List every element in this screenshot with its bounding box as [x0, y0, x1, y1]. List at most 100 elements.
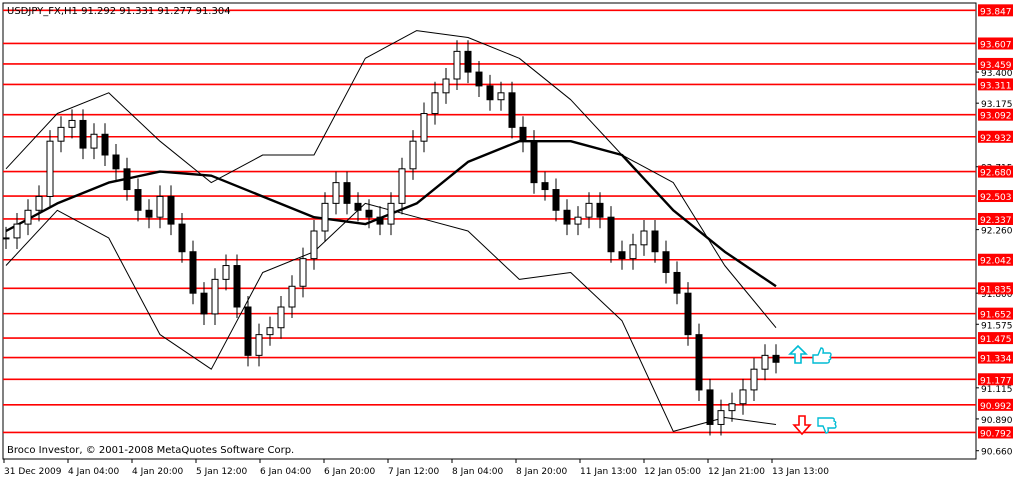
- x-tick-label: 6 Jan 20:00: [324, 467, 376, 477]
- price-tag-label: 91.334: [980, 355, 1012, 365]
- candle-body: [266, 327, 274, 336]
- candle-body: [35, 195, 43, 211]
- candle-body: [640, 230, 648, 246]
- candle-body: [299, 258, 307, 287]
- candle-body: [673, 271, 681, 294]
- x-tick-label: 8 Jan 20:00: [516, 467, 568, 477]
- candle-body: [497, 92, 505, 101]
- candle-body: [255, 334, 263, 356]
- candle-body: [123, 168, 131, 191]
- candle-body: [486, 85, 494, 101]
- candle-body: [618, 251, 626, 260]
- y-tick-label: 92.260: [981, 227, 1013, 237]
- candle-body: [277, 306, 285, 329]
- candle-body: [750, 368, 758, 391]
- candle-body: [167, 195, 175, 225]
- candle-body: [398, 168, 406, 204]
- price-tag-label: 93.311: [980, 81, 1012, 91]
- candle-body: [189, 251, 197, 294]
- candle-body: [2, 237, 10, 240]
- candle-body: [629, 244, 637, 260]
- price-tag-label: 93.847: [980, 7, 1012, 17]
- candle-body: [651, 230, 659, 253]
- candle-body: [684, 292, 692, 336]
- candle-body: [574, 216, 582, 225]
- candle-body: [145, 209, 153, 218]
- candle-body: [101, 133, 109, 156]
- candle-body: [662, 251, 670, 273]
- price-tag-label: 92.932: [980, 134, 1012, 144]
- price-tag-label: 92.042: [980, 257, 1012, 267]
- candle-body: [387, 202, 395, 225]
- price-tag-label: 91.177: [980, 376, 1012, 386]
- candle-body: [695, 334, 703, 391]
- candle-body: [530, 140, 538, 184]
- price-tag-label: 91.652: [980, 311, 1012, 321]
- candle-body: [222, 265, 230, 280]
- candle-body: [508, 92, 516, 128]
- candle-body: [343, 182, 351, 204]
- candle-body: [156, 195, 164, 218]
- candle-body: [321, 202, 329, 232]
- candle-body: [453, 50, 461, 80]
- candle-body: [57, 126, 65, 142]
- x-tick-label: 5 Jan 12:00: [196, 467, 248, 477]
- x-tick-label: 12 Jan 21:00: [708, 467, 765, 477]
- candle-body: [519, 126, 527, 142]
- y-tick-label: 90.890: [981, 416, 1013, 426]
- candle-body: [24, 209, 32, 225]
- price-tag-label: 93.459: [980, 61, 1012, 71]
- x-tick-label: 13 Jan 13:00: [772, 467, 829, 477]
- candle-body: [332, 182, 340, 204]
- candle-body: [178, 223, 186, 253]
- price-tag-label: 93.607: [980, 40, 1012, 50]
- price-tag-label: 93.092: [980, 112, 1012, 122]
- copyright-text: Broco Investor, © 2001-2008 MetaQuotes S…: [7, 445, 294, 456]
- y-tick-label: 91.115: [981, 385, 1013, 395]
- candle-body: [596, 202, 604, 218]
- price-tag-label: 91.835: [980, 285, 1012, 295]
- price-tags: 93.847 93.607 93.459 93.311 93.092 92.932 92.6…: [978, 4, 1013, 439]
- price-tag-label: 90.992: [980, 402, 1012, 412]
- candle-body: [442, 78, 450, 94]
- candle-body: [79, 119, 87, 149]
- candle-body: [706, 389, 714, 425]
- candle-body: [13, 223, 21, 239]
- chart-background: [0, 0, 1014, 479]
- x-tick-label: 7 Jan 12:00: [388, 467, 440, 477]
- candle-body: [717, 410, 725, 425]
- candle-body: [585, 202, 593, 218]
- candle-body: [68, 119, 76, 128]
- candle-body: [288, 285, 296, 308]
- chart-svg: 93.40093.17592.71592.26091.80091.57591.1…: [0, 0, 1014, 479]
- candle-body: [90, 133, 98, 149]
- candle-body: [365, 209, 373, 218]
- candle-body: [772, 354, 780, 363]
- candle-body: [728, 403, 736, 412]
- chart: 93.40093.17592.71592.26091.80091.57591.1…: [0, 0, 1014, 479]
- y-tick-label: 91.575: [981, 321, 1013, 331]
- price-tag-label: 92.680: [980, 169, 1012, 179]
- x-tick-label: 4 Jan 20:00: [132, 467, 184, 477]
- candle-body: [233, 265, 241, 308]
- candle-body: [761, 354, 769, 370]
- chart-header: USDJPY_FX,H1 91.292 91.331 91.277 91.304: [7, 6, 231, 17]
- x-tick-label: 4 Jan 04:00: [68, 467, 120, 477]
- x-tick-label: 8 Jan 04:00: [452, 467, 504, 477]
- candle-body: [409, 140, 417, 170]
- candle-body: [211, 278, 219, 315]
- candle-body: [475, 71, 483, 87]
- candle-body: [464, 50, 472, 73]
- candle-body: [200, 292, 208, 315]
- candle-body: [552, 189, 560, 211]
- candle-body: [244, 306, 252, 356]
- candle-body: [310, 230, 318, 260]
- x-tick-label: 31 Dec 2009: [4, 467, 62, 477]
- candle-body: [563, 209, 571, 225]
- candle-body: [134, 189, 142, 211]
- candle-body: [112, 154, 120, 170]
- price-tag-label: 92.337: [980, 216, 1012, 226]
- candle-body: [431, 92, 439, 115]
- x-tick-label: 6 Jan 04:00: [260, 467, 312, 477]
- price-tag-label: 90.792: [980, 429, 1012, 439]
